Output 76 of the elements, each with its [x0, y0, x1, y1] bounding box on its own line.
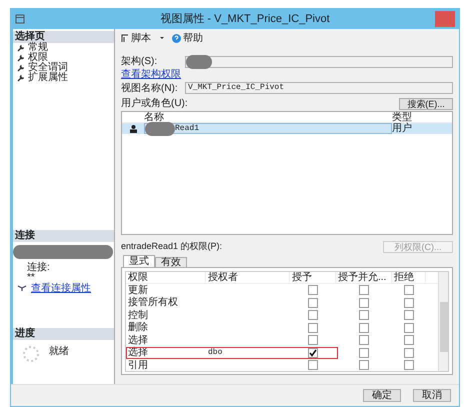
checkbox[interactable] — [308, 322, 318, 333]
checkbox[interactable] — [359, 348, 369, 358]
checkbox[interactable] — [359, 310, 369, 320]
schema-field[interactable] — [185, 56, 453, 68]
page-item[interactable]: 扩展属性 — [13, 73, 114, 83]
checkbox[interactable] — [404, 348, 414, 358]
checkbox[interactable] — [404, 285, 414, 296]
user-icon — [130, 124, 136, 132]
column-header: 名称 — [144, 112, 165, 122]
checkbox[interactable] — [404, 322, 414, 333]
page-item[interactable]: 安全谓词 — [13, 63, 114, 73]
tab[interactable]: 有效 — [155, 257, 187, 267]
column-header: 授权者 — [206, 272, 290, 283]
column-header: 权限 — [126, 272, 206, 283]
permission-name: 接管所有权 — [127, 296, 179, 310]
checkbox[interactable] — [359, 285, 369, 296]
script-icon — [121, 34, 129, 42]
checkbox[interactable] — [404, 360, 414, 370]
permission-name: 删除 — [127, 321, 149, 334]
spinner-icon — [21, 344, 41, 364]
wrench-icon — [17, 64, 25, 72]
window-title: 视图属性 - V_MKT_Price_IC_Pivot — [159, 12, 331, 27]
section-header: 连接 — [13, 230, 114, 242]
column-header: 授予并允... — [336, 272, 392, 283]
user-name: Read1 — [175, 122, 200, 134]
tab[interactable]: 显式 — [123, 255, 155, 267]
user-row[interactable]: Read1 用户 — [122, 123, 452, 134]
wrench-icon — [17, 54, 25, 62]
checkbox[interactable] — [404, 335, 414, 346]
column-header: 授予 — [290, 272, 336, 283]
column-header: 类型 — [392, 112, 412, 122]
permissions-label: entradeRead1 的权限(P): — [121, 240, 222, 253]
section-header: 选择页 — [13, 31, 114, 43]
help-icon — [172, 34, 181, 42]
dialog-button[interactable]: 取消 — [413, 389, 451, 402]
script-button[interactable]: 脚本 — [121, 30, 151, 46]
field-label: 架构(S): — [121, 54, 158, 68]
checkbox[interactable] — [308, 285, 318, 296]
wrench-icon — [17, 44, 25, 52]
dialog-button[interactable]: 确定 — [363, 389, 401, 402]
users-label: 用户或角色(U): — [121, 96, 188, 111]
progress-status: 就绪 — [49, 344, 69, 359]
permission-name: 选择 — [127, 334, 149, 346]
checkbox[interactable] — [308, 360, 318, 370]
section-header: 进度 — [13, 328, 114, 340]
view-name-field[interactable]: V_MKT_Price_IC_Pivot — [185, 82, 453, 94]
page-item[interactable]: 权限 — [13, 53, 114, 63]
schema-permissions-link[interactable]: 查看架构权限 — [121, 67, 181, 82]
wrench-icon — [17, 74, 25, 82]
checkbox[interactable] — [308, 348, 318, 358]
connection-icon — [17, 284, 27, 292]
connection-value: ** — [26, 273, 35, 282]
checkbox[interactable] — [359, 335, 369, 346]
connection-label: 连接: — [26, 262, 51, 273]
column-header: 拒绝 — [392, 272, 426, 283]
checkbox[interactable] — [404, 310, 414, 320]
help-button[interactable]: 帮助 — [172, 30, 203, 46]
checkbox[interactable] — [404, 298, 414, 308]
permission-name: 控制 — [127, 308, 149, 322]
checkbox[interactable] — [359, 360, 369, 370]
grantor: dbo — [208, 346, 222, 359]
permission-name: 引用 — [127, 358, 149, 373]
checkbox[interactable] — [308, 310, 318, 320]
connection-properties-link[interactable]: 查看连接属性 — [31, 280, 91, 296]
permission-name: 更新 — [127, 284, 149, 296]
checkbox[interactable] — [308, 298, 318, 308]
scrollbar[interactable] — [438, 272, 448, 371]
page-item[interactable]: 常规 — [13, 43, 114, 53]
checkbox[interactable] — [359, 322, 369, 333]
checkbox[interactable] — [308, 335, 318, 346]
user-type: 用户 — [392, 122, 412, 136]
field-label: 视图名称(N): — [121, 82, 179, 96]
checkbox[interactable] — [359, 298, 369, 308]
caret-icon[interactable] — [158, 35, 166, 41]
window-icon — [15, 14, 25, 24]
search-button[interactable]: 搜索(E)... — [399, 98, 453, 110]
